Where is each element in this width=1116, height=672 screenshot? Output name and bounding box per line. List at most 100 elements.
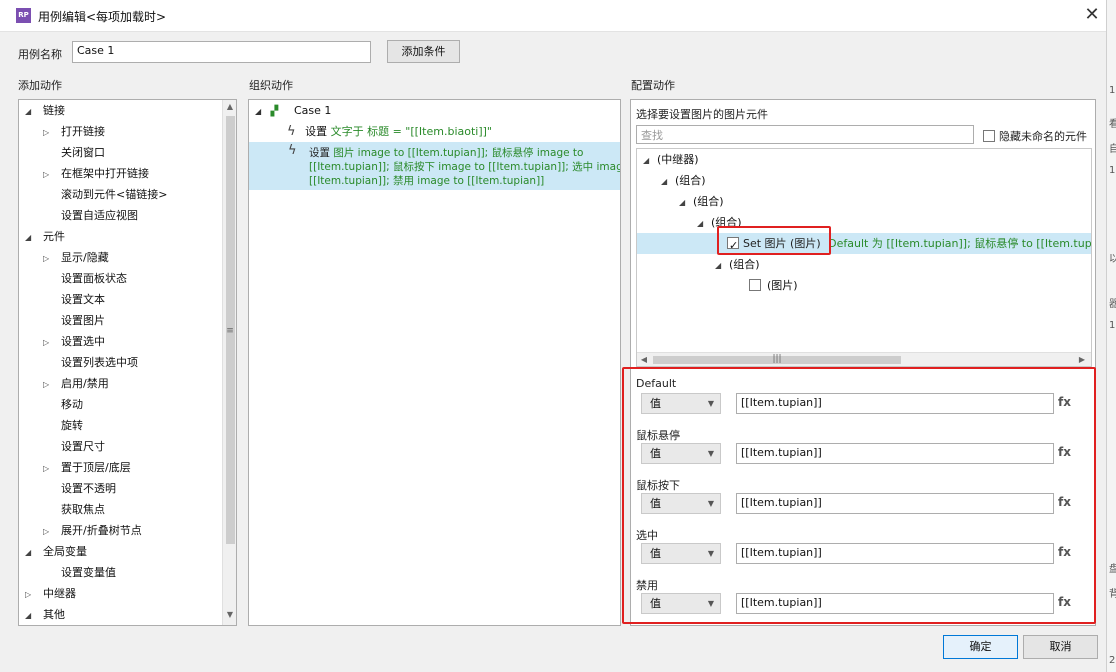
expand-icon[interactable]: ▷ [43, 458, 55, 479]
cancel-button[interactable]: 取消 [1023, 635, 1098, 659]
action-prefix: 设置 [305, 125, 331, 138]
actions-tree-item[interactable]: 旋转 [43, 415, 83, 436]
actions-tree-item[interactable]: 关闭窗口 [43, 142, 105, 163]
actions-tree-label: 设置自适应视图 [61, 209, 138, 222]
actions-tree-label: 设置列表选中项 [61, 356, 138, 369]
actions-tree-item[interactable]: ◢ 全局变量 [25, 541, 87, 562]
actions-tree-item[interactable]: 设置面板状态 [43, 268, 127, 289]
actions-tree-item[interactable]: ▷ 在框架中打开链接 [43, 163, 149, 184]
actions-tree-label: 获取焦点 [61, 503, 105, 516]
expand-icon[interactable]: ▷ [25, 584, 37, 605]
collapse-icon[interactable]: ◢ [25, 227, 37, 248]
action-prefix: 设置 [309, 147, 334, 159]
actions-tree-item[interactable]: 设置自适应视图 [43, 205, 138, 226]
expand-icon[interactable]: ▷ [43, 164, 55, 185]
app-icon: RP [16, 8, 31, 23]
checkbox-icon[interactable] [983, 130, 995, 142]
add-actions-header: 添加动作 [18, 79, 62, 92]
actions-tree-item[interactable]: ◢ 链接 [25, 100, 65, 121]
actions-tree-item[interactable]: ◢ 其他 [25, 604, 65, 625]
actions-tree-item[interactable]: 设置列表选中项 [43, 352, 138, 373]
expand-icon[interactable]: ▷ [43, 374, 55, 395]
actions-tree-item[interactable]: ▷ 中继器 [25, 583, 76, 604]
strip-text: 盘 [1109, 564, 1116, 575]
actions-tree-item[interactable]: 移动 [43, 394, 83, 415]
actions-tree-label: 设置面板状态 [61, 272, 127, 285]
actions-tree-item[interactable]: ▷ 打开链接 [43, 121, 105, 142]
actions-tree-label: 滚动到元件<锚链接> [61, 188, 168, 201]
window-title: 用例编辑<每项加载时> [38, 10, 167, 24]
scroll-up-icon[interactable]: ▲ [223, 102, 236, 111]
strip-text: 器 [1109, 299, 1116, 310]
actions-tree-item[interactable]: 滚动到元件<锚链接> [43, 184, 167, 205]
actions-tree-label: 设置选中 [61, 335, 105, 348]
case-name-input[interactable]: Case 1 [72, 41, 371, 63]
scroll-grip-icon: ≡ [226, 326, 234, 336]
actions-tree-item[interactable]: 设置不透明 [43, 478, 116, 499]
tree-group-4[interactable]: ◢ (组合) [715, 254, 760, 275]
scroll-grip-icon: ||| [772, 354, 782, 364]
expand-icon[interactable]: ▷ [43, 521, 55, 542]
collapse-icon[interactable]: ◢ [25, 542, 37, 563]
actions-tree-label: 关闭窗口 [61, 146, 105, 159]
tree-group-1[interactable]: ◢ (组合) [661, 170, 706, 191]
checkbox-icon[interactable] [749, 279, 761, 291]
tree-repeater[interactable]: ◢ (中继器) [643, 149, 699, 170]
actions-tree-label: 设置变量值 [61, 566, 116, 579]
expand-icon[interactable]: ▷ [43, 248, 55, 269]
case-label: Case 1 [294, 104, 332, 117]
close-icon[interactable]: ✕ [1080, 4, 1104, 28]
actions-tree-panel: ◢ 链接 ▷ 打开链接 关闭窗口 ▷ 在框架中打开链接 滚动到元件<锚链接> 设置自适应视图 ◢ 元… [18, 99, 237, 626]
actions-tree-item[interactable]: ▷ 置于顶层/底层 [43, 457, 131, 478]
actions-tree-item[interactable]: ▷ 显示/隐藏 [43, 247, 109, 268]
actions-tree-item[interactable]: 设置变量值 [43, 562, 116, 583]
actions-tree-item[interactable]: ▷ 设置选中 [43, 331, 105, 352]
select-prompt: 选择要设置图片的图片元件 [636, 108, 768, 121]
collapse-icon[interactable]: ◢ [255, 101, 267, 122]
tree-label: (组合) [729, 258, 760, 271]
actions-tree-item[interactable]: 设置文本 [43, 289, 105, 310]
expand-icon[interactable]: ▷ [43, 122, 55, 143]
actions-tree-item[interactable]: ◢ 元件 [25, 226, 65, 247]
tree-hscrollbar[interactable]: ◀ ||| ▶ [637, 352, 1091, 366]
hide-unnamed-checkbox[interactable]: 隐藏未命名的元件 [983, 128, 1087, 144]
expand-icon[interactable]: ▷ [43, 332, 55, 353]
actions-tree-label: 展开/折叠树节点 [61, 524, 142, 537]
tree-label: (图片) [767, 279, 798, 292]
lightning-icon: ϟ [288, 143, 297, 158]
actions-tree-item[interactable]: 获取焦点 [43, 499, 105, 520]
scroll-down-icon[interactable]: ▼ [223, 610, 236, 619]
actions-tree-label: 其他 [43, 608, 65, 621]
add-condition-button[interactable]: 添加条件 [387, 40, 460, 63]
tree-image[interactable]: (图片) [749, 275, 798, 296]
actions-scrollbar[interactable]: ▲ ≡ ▼ [222, 100, 236, 625]
actions-tree-label: 设置尺寸 [61, 440, 105, 453]
actions-tree-label: 元件 [43, 230, 65, 243]
action-line-1: 设置 图片 image to [[Item.tupian]]; 鼠标悬停 ima… [309, 145, 583, 160]
actions-tree-item[interactable]: ▷ 启用/禁用 [43, 373, 109, 394]
actions-tree-label: 设置文本 [61, 293, 105, 306]
collapse-icon[interactable]: ◢ [25, 605, 37, 625]
actions-tree-item[interactable]: 设置图片 [43, 310, 105, 331]
tree-set-image-row[interactable]: Set 图片 (图片) Default 为 [[Item.tupian]]; 鼠… [637, 233, 1091, 256]
actions-tree-label: 移动 [61, 398, 83, 411]
scroll-left-icon[interactable]: ◀ [637, 355, 651, 364]
strip-text: 看 [1109, 119, 1116, 130]
tree-group-2[interactable]: ◢ (组合) [679, 191, 724, 212]
action-row-set-image[interactable]: ϟ 设置 图片 image to [[Item.tupian]]; 鼠标悬停 i… [249, 142, 620, 190]
ok-button[interactable]: 确定 [943, 635, 1018, 659]
actions-tree-item[interactable]: ▷ 展开/折叠树节点 [43, 520, 142, 541]
search-input[interactable]: 查找 [636, 125, 974, 144]
case-row[interactable]: ◢ ▞ Case 1 [255, 100, 331, 121]
actions-tree-item[interactable]: 设置尺寸 [43, 436, 105, 457]
organize-actions-panel: ◢ ▞ Case 1 ϟ 设置 文字于 标题 = "[[Item.biaoti]… [248, 99, 621, 626]
action-line-3: [[Item.tupian]]; 禁用 image to [[Item.tupi… [309, 175, 545, 187]
actions-tree-label: 全局变量 [43, 545, 87, 558]
strip-text: 背 [1109, 589, 1116, 600]
action-row-set-text[interactable]: ϟ 设置 文字于 标题 = "[[Item.biaoti]]" [287, 121, 492, 142]
scroll-right-icon[interactable]: ▶ [1075, 355, 1089, 364]
configure-actions-header: 配置动作 [631, 79, 675, 92]
collapse-icon[interactable]: ◢ [25, 101, 37, 122]
strip-text: 1 [1109, 85, 1116, 96]
actions-tree-label: 打开链接 [61, 125, 105, 138]
